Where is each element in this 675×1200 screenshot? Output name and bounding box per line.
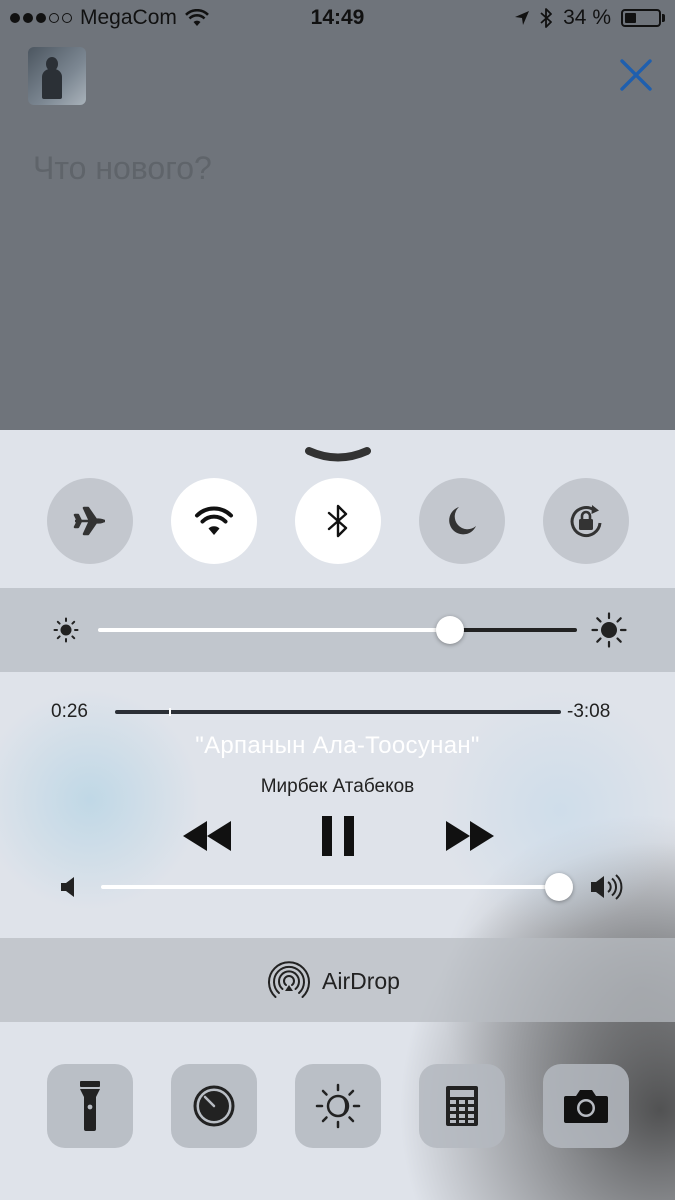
volume-slider[interactable] bbox=[101, 873, 573, 901]
fast-forward-button[interactable] bbox=[443, 816, 497, 856]
flashlight-icon bbox=[80, 1081, 100, 1131]
fast-forward-icon bbox=[446, 821, 494, 851]
brightness-slider[interactable] bbox=[98, 616, 577, 644]
user-avatar[interactable] bbox=[28, 47, 86, 105]
do-not-disturb-toggle[interactable] bbox=[419, 478, 505, 564]
volume-low-icon bbox=[61, 877, 74, 897]
calculator-icon bbox=[446, 1086, 478, 1126]
volume-high-icon bbox=[591, 874, 623, 900]
bluetooth-status-icon bbox=[540, 8, 553, 28]
camera-button[interactable] bbox=[543, 1064, 629, 1148]
rewind-icon bbox=[183, 821, 231, 851]
brightness-slider-thumb[interactable] bbox=[436, 616, 464, 644]
timer-icon bbox=[193, 1085, 235, 1127]
brightness-section bbox=[0, 588, 675, 672]
airplane-icon bbox=[73, 506, 105, 536]
airdrop-icon bbox=[268, 961, 310, 998]
airdrop-label: AirDrop bbox=[322, 967, 400, 994]
airplane-mode-toggle[interactable] bbox=[47, 478, 133, 564]
moon-icon bbox=[449, 507, 476, 535]
battery-percent: 34 % bbox=[563, 6, 611, 29]
remaining-time: -3:08 bbox=[567, 701, 611, 722]
toggle-row bbox=[0, 478, 675, 566]
volume-slider-thumb[interactable] bbox=[545, 873, 573, 901]
rewind-button[interactable] bbox=[180, 816, 234, 856]
camera-icon bbox=[564, 1090, 608, 1123]
flashlight-button[interactable] bbox=[47, 1064, 133, 1148]
status-bar: MegaCom 14:49 34 % bbox=[0, 0, 675, 40]
calculator-button[interactable] bbox=[419, 1064, 505, 1148]
scrubber-position-marker[interactable] bbox=[169, 708, 171, 716]
rotation-lock-toggle[interactable] bbox=[543, 478, 629, 564]
location-arrow-icon bbox=[515, 11, 530, 25]
night-shift-icon bbox=[315, 1083, 361, 1129]
bluetooth-icon bbox=[327, 504, 348, 538]
control-center: 0:26 -3:08 "Арпанын Ала-Тоосунан" Мирбек… bbox=[0, 430, 675, 1200]
status-right: 34 % bbox=[514, 6, 665, 30]
bluetooth-toggle[interactable] bbox=[295, 478, 381, 564]
pause-icon bbox=[322, 816, 354, 856]
timer-button[interactable] bbox=[171, 1064, 257, 1148]
elapsed-time: 0:26 bbox=[51, 701, 88, 722]
track-artist: Мирбек Атабеков bbox=[260, 776, 415, 797]
brightness-high-icon bbox=[591, 612, 627, 648]
grabber-chevron-icon[interactable] bbox=[303, 446, 373, 468]
rotation-lock-icon bbox=[570, 505, 602, 538]
battery-icon bbox=[621, 9, 661, 27]
wifi-toggle[interactable] bbox=[171, 478, 257, 564]
playback-scrubber[interactable] bbox=[115, 708, 561, 716]
brightness-low-icon bbox=[53, 617, 79, 643]
airdrop-button[interactable]: AirDrop bbox=[268, 960, 400, 1002]
night-shift-button[interactable] bbox=[295, 1064, 381, 1148]
compose-placeholder[interactable]: Что нового? bbox=[33, 150, 212, 187]
close-icon[interactable] bbox=[619, 58, 653, 92]
pause-button[interactable] bbox=[318, 814, 358, 858]
track-title: "Арпанын Ала-Тоосунан" bbox=[195, 732, 480, 759]
airdrop-section[interactable]: AirDrop bbox=[0, 938, 675, 1022]
wifi-icon bbox=[195, 506, 233, 535]
